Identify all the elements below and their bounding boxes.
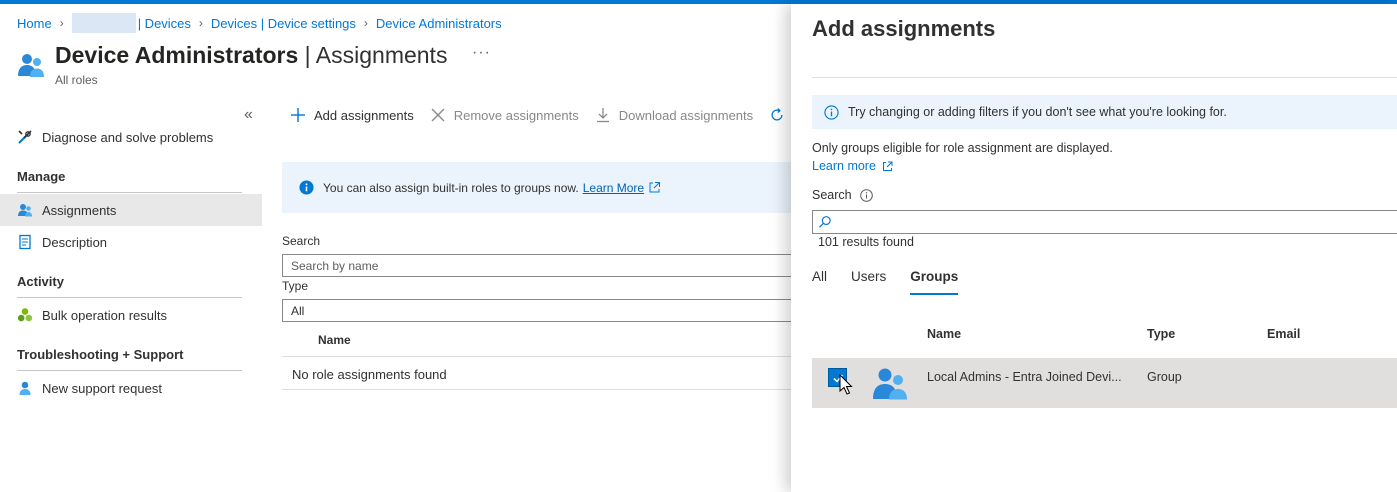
mouse-cursor-icon xyxy=(839,374,853,395)
empty-state-text: No role assignments found xyxy=(292,367,447,382)
filter-hint-banner: Try changing or adding filters if you do… xyxy=(812,95,1397,129)
search-field xyxy=(282,254,802,277)
filter-hint-text: Try changing or adding filters if you do… xyxy=(848,105,1227,119)
column-header-name[interactable]: Name xyxy=(318,333,351,347)
remove-assignments-button[interactable]: Remove assignments xyxy=(430,107,579,123)
page-subtitle: All roles xyxy=(55,73,98,87)
nav-item-label: Bulk operation results xyxy=(42,307,168,323)
nav-item-diagnose[interactable]: Diagnose and solve problems xyxy=(0,121,262,153)
info-icon xyxy=(824,104,839,120)
learn-more-link[interactable]: Learn more xyxy=(812,159,893,173)
breadcrumb-device-settings[interactable]: Devices | Device settings xyxy=(211,16,356,31)
tab-all[interactable]: All xyxy=(812,267,827,297)
learn-more-link[interactable]: Learn More xyxy=(583,181,644,195)
nav-section-troubleshooting: Troubleshooting + Support xyxy=(17,347,184,362)
column-header-email[interactable]: Email xyxy=(1267,327,1300,341)
search-icon xyxy=(819,216,831,228)
nav-divider xyxy=(17,297,242,298)
breadcrumb-devices[interactable]: | Devices xyxy=(138,16,191,31)
nav-item-new-support-request[interactable]: New support request xyxy=(0,372,262,404)
external-link-icon xyxy=(649,182,661,193)
download-icon xyxy=(595,107,611,123)
eligibility-note: Only groups eligible for role assignment… xyxy=(812,141,1113,155)
nav-item-assignments[interactable]: Assignments xyxy=(0,194,262,226)
type-label: Type xyxy=(282,279,309,293)
breadcrumb: Home › | Devices › Devices | Device sett… xyxy=(17,13,502,33)
nav-item-label: Assignments xyxy=(42,202,117,218)
type-dropdown-value: All xyxy=(291,303,305,318)
row-group-name: Local Admins - Entra Joined Devi... xyxy=(927,370,1122,384)
info-banner: You can also assign built-in roles to gr… xyxy=(282,162,802,213)
panel-title: Add assignments xyxy=(812,16,996,41)
nav-item-label: New support request xyxy=(42,380,162,396)
nav-section-manage: Manage xyxy=(17,169,66,184)
external-link-icon xyxy=(882,161,893,171)
nav-item-label: Description xyxy=(42,234,108,250)
users-icon xyxy=(17,202,33,218)
result-tabs: All Users Groups xyxy=(812,267,982,297)
refresh-icon xyxy=(769,107,785,123)
more-options-button[interactable]: ··· xyxy=(472,44,491,62)
column-header-name[interactable]: Name xyxy=(927,327,961,341)
plus-icon xyxy=(290,107,306,123)
nav-item-description[interactable]: Description xyxy=(0,226,262,258)
search-field xyxy=(812,210,1397,234)
nav-section-activity: Activity xyxy=(17,274,64,289)
nav-divider xyxy=(17,192,242,193)
grid-divider xyxy=(282,389,802,390)
support-person-icon xyxy=(17,380,33,396)
table-row[interactable]: Local Admins - Entra Joined Devi... Grou… xyxy=(812,358,1397,408)
search-label: Search xyxy=(282,234,321,248)
document-icon xyxy=(17,234,33,250)
chevron-right-icon: › xyxy=(198,16,203,30)
grid-divider xyxy=(282,356,802,357)
command-toolbar: Add assignments Remove assignments Downl… xyxy=(290,104,819,126)
breadcrumb-device-administrators[interactable]: Device Administrators xyxy=(376,16,502,31)
tab-groups[interactable]: Groups xyxy=(910,267,959,295)
panel-divider xyxy=(812,77,1397,78)
redacted-tenant-name xyxy=(71,13,136,33)
results-count: 101 results found xyxy=(818,235,914,249)
add-assignments-button[interactable]: Add assignments xyxy=(290,107,414,123)
chevron-right-icon: › xyxy=(59,16,64,30)
row-group-type: Group xyxy=(1147,370,1182,384)
group-icon xyxy=(873,368,907,400)
search-input[interactable] xyxy=(835,215,1397,229)
page-title: Device Administrators | Assignments xyxy=(55,42,448,68)
info-icon[interactable] xyxy=(859,188,873,202)
wrench-icon xyxy=(17,129,33,145)
nav-item-bulk-operation-results[interactable]: Bulk operation results xyxy=(0,299,262,331)
type-dropdown[interactable]: All xyxy=(282,299,802,322)
nav-divider xyxy=(17,370,242,371)
bulk-operations-icon xyxy=(17,307,33,323)
info-icon xyxy=(299,180,314,195)
nav-item-label: Diagnose and solve problems xyxy=(42,129,214,145)
tab-users[interactable]: Users xyxy=(851,267,886,297)
search-label: Search xyxy=(812,188,873,202)
role-users-icon xyxy=(18,54,44,77)
column-header-type[interactable]: Type xyxy=(1147,327,1175,341)
search-input[interactable] xyxy=(291,258,801,273)
add-assignments-panel: Add assignments Try changing or adding f… xyxy=(791,4,1397,492)
download-assignments-button[interactable]: Download assignments xyxy=(595,107,753,123)
chevron-right-icon: › xyxy=(363,16,368,30)
breadcrumb-home[interactable]: Home xyxy=(17,16,52,31)
info-text: You can also assign built-in roles to gr… xyxy=(323,180,579,195)
close-icon xyxy=(430,107,446,123)
